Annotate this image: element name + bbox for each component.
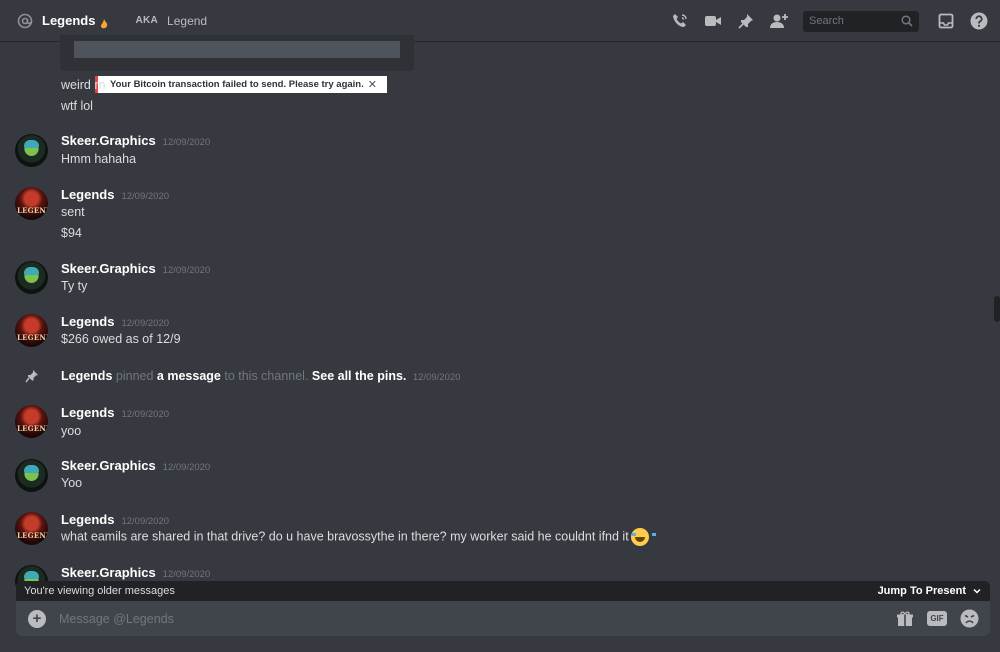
- search-input[interactable]: Search: [803, 10, 919, 32]
- message-line: Yoo: [61, 476, 83, 490]
- timestamp: 12/09/2020: [162, 137, 211, 148]
- aka-name: Legend: [167, 13, 208, 28]
- add-friend-icon[interactable]: [768, 10, 790, 32]
- author-name[interactable]: Skeer.Graphics: [61, 261, 156, 276]
- gift-icon[interactable]: [894, 608, 916, 630]
- avatar[interactable]: [15, 459, 48, 492]
- message-header: Legends 12/09/2020: [61, 405, 169, 420]
- pinned-system-message: Legends pinned a message to this channel…: [61, 369, 460, 383]
- avatar-lettering: LEGEND: [17, 424, 48, 433]
- jump-label: Jump To Present: [877, 585, 966, 597]
- message-composer: + Message @Legends GIF: [16, 601, 990, 636]
- avatar[interactable]: LEGEND: [15, 187, 48, 220]
- avatar-lettering: LEGEND: [17, 333, 48, 342]
- search-placeholder: Search: [809, 15, 844, 27]
- message-input[interactable]: Message @Legends: [59, 612, 894, 626]
- message-line: Ty ty: [61, 279, 88, 293]
- pin-icon: [25, 369, 39, 383]
- timestamp: 12/09/2020: [121, 409, 170, 420]
- author-name[interactable]: Legends: [61, 512, 114, 527]
- avatar[interactable]: [15, 261, 48, 294]
- at-sign-icon: [16, 12, 34, 30]
- timestamp: 12/09/2020: [121, 318, 170, 329]
- message-line: Hmm hahaha: [61, 152, 137, 166]
- gif-label: GIF: [927, 611, 947, 626]
- system-actor[interactable]: Legends: [61, 369, 112, 383]
- flame-icon: [100, 16, 108, 28]
- channel-title: Legends: [42, 13, 96, 28]
- close-icon: ✕: [367, 79, 377, 91]
- system-mid: to this channel.: [224, 369, 309, 383]
- message-line-text: what eamils are shared in that drive? do…: [61, 529, 629, 544]
- joy-emoji-icon: [630, 528, 656, 546]
- author-name[interactable]: Skeer.Graphics: [61, 133, 156, 148]
- jump-to-present-button[interactable]: Jump To Present: [878, 585, 982, 597]
- timestamp: 12/09/2020: [162, 569, 211, 580]
- message-header: Skeer.Graphics 12/09/2020: [61, 565, 210, 580]
- avatar[interactable]: LEGEND: [15, 512, 48, 545]
- upload-plus-icon[interactable]: +: [28, 609, 46, 628]
- avatar-lettering: LEGEND: [17, 206, 48, 215]
- message-header: Legends 12/09/2020: [61, 314, 169, 329]
- avatar[interactable]: LEGEND: [15, 405, 48, 438]
- voice-call-icon[interactable]: [669, 10, 691, 32]
- author-name[interactable]: Skeer.Graphics: [61, 565, 156, 580]
- pinned-message-link[interactable]: a message: [157, 369, 221, 383]
- message-line: what eamils are shared in that drive? do…: [61, 528, 656, 546]
- aka-label: AKA: [135, 15, 159, 26]
- older-messages-bar: You're viewing older messages Jump To Pr…: [16, 581, 990, 601]
- search-icon: [901, 15, 913, 27]
- emoji-picker-icon[interactable]: [958, 608, 980, 630]
- message-line: sent: [61, 205, 85, 219]
- system-verb: pinned: [115, 369, 154, 383]
- message-line: weird rn: [61, 78, 106, 92]
- message-header: Legends 12/09/2020: [61, 187, 169, 202]
- video-call-icon[interactable]: [702, 10, 724, 32]
- avatar-lettering: LEGEND: [17, 531, 48, 540]
- message-line: yoo: [61, 424, 82, 438]
- avatar[interactable]: LEGEND: [15, 314, 48, 347]
- pinned-messages-icon[interactable]: [735, 10, 757, 32]
- header-divider: [122, 12, 123, 30]
- older-messages-text: You're viewing older messages: [24, 585, 175, 597]
- timestamp: 12/09/2020: [121, 191, 170, 202]
- message-header: Skeer.Graphics 12/09/2020: [61, 133, 210, 148]
- author-name[interactable]: Legends: [61, 405, 114, 420]
- message-line: wtf lol: [61, 99, 93, 113]
- scrollbar-thumb[interactable]: [994, 296, 1000, 322]
- author-name[interactable]: Legends: [61, 314, 114, 329]
- message-line: $266 owed as of 12/9: [61, 332, 181, 346]
- message-line: $94: [61, 226, 82, 240]
- message-attachment-image[interactable]: Your Bitcoin transaction failed to send.…: [60, 35, 414, 93]
- timestamp: 12/09/2020: [412, 372, 461, 383]
- chevron-down-icon: [972, 586, 982, 596]
- inbox-icon[interactable]: [935, 10, 957, 32]
- timestamp: 12/09/2020: [162, 265, 211, 276]
- author-name[interactable]: Legends: [61, 187, 114, 202]
- message-header: Skeer.Graphics 12/09/2020: [61, 261, 210, 276]
- timestamp: 12/09/2020: [162, 462, 211, 473]
- timestamp: 12/09/2020: [121, 516, 170, 527]
- see-all-pins-link[interactable]: See all the pins.: [312, 369, 406, 383]
- author-name[interactable]: Skeer.Graphics: [61, 458, 156, 473]
- attachment-frame: [74, 41, 400, 58]
- avatar[interactable]: [15, 134, 48, 167]
- toast-text: Your Bitcoin transaction failed to send.…: [110, 79, 364, 90]
- gif-button[interactable]: GIF: [926, 608, 948, 630]
- message-header: Skeer.Graphics 12/09/2020: [61, 458, 210, 473]
- header-toolbar: Search: [658, 0, 1000, 42]
- error-toast: Your Bitcoin transaction failed to send.…: [95, 76, 387, 93]
- message-header: Legends 12/09/2020: [61, 512, 169, 527]
- help-icon[interactable]: [968, 10, 990, 32]
